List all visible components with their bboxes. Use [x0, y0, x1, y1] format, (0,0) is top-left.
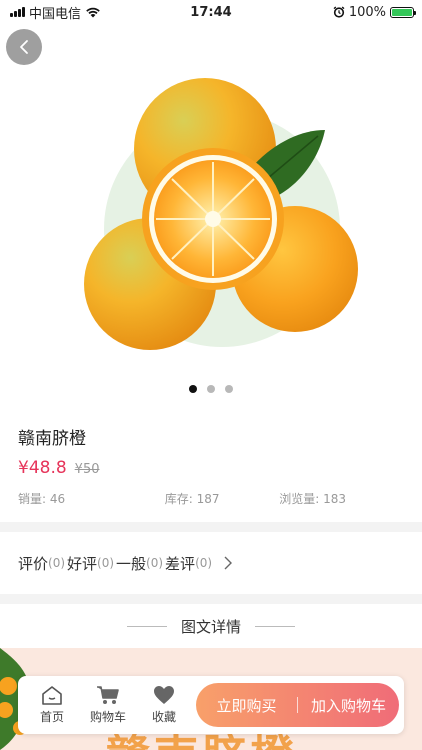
wifi-icon: [86, 7, 100, 18]
reviews-row[interactable]: 评价 (0) 好评 (0) 一般 (0) 差评 (0): [0, 532, 422, 594]
review-good-label: 好评: [67, 554, 98, 573]
battery-percent: 100%: [348, 4, 386, 20]
bottom-action-bar: 首页 购物车 收藏 立即购买 加入购物车: [18, 676, 404, 734]
pagination-dot[interactable]: [225, 385, 233, 393]
original-price: ¥50: [74, 462, 100, 477]
favorite-tab[interactable]: 收藏: [136, 685, 192, 725]
status-bar: 中国电信 17:44 100%: [0, 0, 422, 24]
home-icon: [42, 686, 62, 705]
cart-icon: [97, 686, 119, 704]
price-row: ¥48.8 ¥50: [18, 458, 100, 478]
section-divider: [0, 522, 422, 532]
product-stats: 销量: 46 库存: 187 浏览量: 183: [18, 490, 404, 507]
stock-count: 库存: 187: [164, 492, 220, 506]
detail-heading: 图文详情: [0, 604, 422, 648]
pagination-dot[interactable]: [189, 385, 197, 393]
sales-count: 销量: 46: [18, 492, 66, 506]
view-count: 浏览量: 183: [279, 492, 346, 506]
add-to-cart-button[interactable]: 加入购物车: [298, 695, 399, 716]
review-bad-count: (0): [195, 556, 213, 570]
divider-line: [126, 625, 167, 627]
detail-heading-label: 图文详情: [180, 617, 241, 636]
buy-now-button[interactable]: 立即购买: [196, 695, 297, 716]
review-good-count: (0): [97, 556, 115, 570]
purchase-actions: 立即购买 加入购物车: [196, 683, 399, 727]
back-button[interactable]: [6, 29, 42, 65]
favorite-label: 收藏: [151, 710, 176, 724]
review-total-label: 评价: [18, 554, 49, 573]
cart-tab[interactable]: 购物车: [80, 685, 136, 725]
pagination-dot[interactable]: [207, 385, 215, 393]
cart-label: 购物车: [89, 710, 126, 724]
current-price: ¥48.8: [18, 458, 67, 478]
review-normal-count: (0): [146, 556, 164, 570]
review-total-count: (0): [48, 556, 66, 570]
signal-icon: [10, 7, 25, 17]
chevron-left-icon: [20, 40, 28, 54]
orange-illustration: [84, 78, 358, 350]
battery-icon: [390, 6, 416, 18]
product-image[interactable]: [0, 24, 422, 374]
alarm-icon: [333, 6, 345, 18]
review-bad-label: 差评: [165, 554, 196, 573]
status-left: 中国电信: [10, 3, 101, 22]
product-title: 赣南脐橙: [18, 429, 86, 449]
carrier-label: 中国电信: [29, 6, 82, 22]
gallery-pagination: [0, 385, 422, 393]
review-normal-label: 一般: [116, 554, 147, 573]
heart-icon: [154, 686, 174, 704]
section-divider: [0, 594, 422, 604]
divider-line: [255, 625, 295, 627]
home-tab[interactable]: 首页: [24, 685, 80, 725]
chevron-right-icon: [224, 556, 233, 570]
home-label: 首页: [39, 710, 64, 724]
status-right: 100%: [333, 4, 416, 20]
